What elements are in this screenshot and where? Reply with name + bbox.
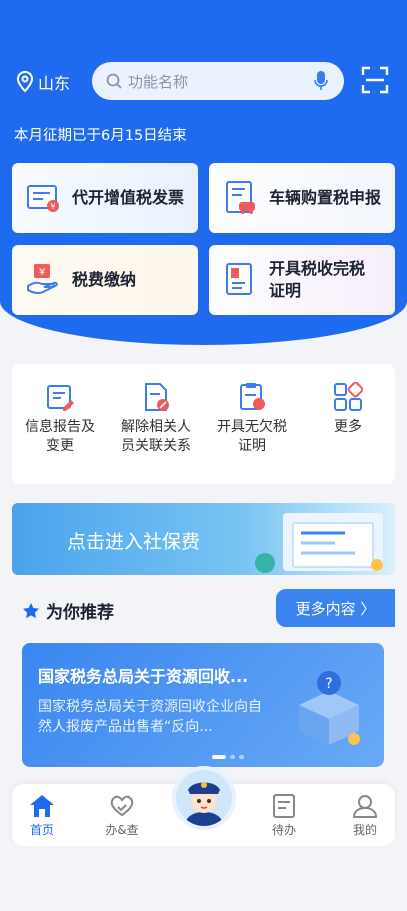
- tab-profile-label: 我的: [352, 823, 377, 837]
- more-content-button[interactable]: 更多内容 〉: [276, 589, 395, 627]
- star-icon: [23, 602, 39, 618]
- tax-payment-icon: ¥: [27, 264, 58, 295]
- profile-icon: [352, 795, 378, 818]
- tax-payment-card-label: 税费缴纳: [72, 270, 137, 289]
- tax-payment-card[interactable]: ¥ 税费缴纳: [12, 245, 198, 315]
- recommend-heading: 为你推荐: [22, 598, 114, 623]
- todo-icon: [273, 794, 295, 818]
- svg-text:¥: ¥: [50, 202, 55, 211]
- location-label: 山东: [38, 74, 71, 93]
- scan-icon[interactable]: [361, 66, 389, 94]
- tax-certificate-icon: [226, 263, 252, 295]
- no-arrears-icon: [240, 383, 265, 410]
- info-report-icon: [47, 385, 74, 411]
- home-icon: [30, 795, 54, 817]
- recommend-title: 为你推荐: [46, 603, 114, 623]
- search-icon: [106, 73, 122, 89]
- unlink-relation-icon: [145, 383, 169, 411]
- handle-check-icon: [110, 795, 134, 817]
- no-arrears-label: 开具无欠税证明: [217, 419, 287, 454]
- microphone-icon[interactable]: [314, 71, 328, 91]
- tax-period-notice: 本月征期已于6月15日结束: [14, 128, 187, 144]
- quick-action-info-report[interactable]: 信息报告及变更: [12, 382, 108, 456]
- banner-text: 点击进入社保费: [67, 531, 201, 553]
- tax-certificate-card-label: 开具税收完税证明: [269, 259, 366, 300]
- unlink-relation-label: 解除相关人员关联关系: [121, 419, 191, 454]
- vehicle-tax-icon: [226, 181, 255, 214]
- invoice-card-label: 代开增值税发票: [72, 188, 185, 207]
- news-card[interactable]: 国家税务总局关于资源回收... 国家税务总局关于资源回收企业向自然人报废产品出售…: [22, 643, 384, 767]
- info-report-label: 信息报告及变更: [25, 419, 95, 454]
- svg-text:¥: ¥: [39, 267, 45, 278]
- quick-action-more[interactable]: 更多: [300, 382, 396, 437]
- banner-illustration: [255, 513, 383, 573]
- news-illustration: ?: [299, 671, 360, 745]
- more-grid-icon: [334, 382, 363, 411]
- quick-actions-panel: 信息报告及变更 解除相关人员关联关系 开具无欠税证明 更多: [12, 364, 395, 484]
- tab-home[interactable]: 首页: [12, 794, 72, 838]
- quick-action-unlink[interactable]: 解除相关人员关联关系: [108, 382, 204, 456]
- assistant-avatar[interactable]: [172, 766, 236, 830]
- tab-profile[interactable]: 我的: [335, 794, 395, 838]
- invoice-card[interactable]: ¥ 代开增值税发票: [12, 163, 198, 233]
- news-description: 国家税务总局关于资源回收企业向自然人报废产品出售者“反向...: [38, 699, 262, 735]
- location-pin-icon: [16, 71, 34, 93]
- more-label: 更多: [334, 419, 362, 435]
- vehicle-tax-card[interactable]: 车辆购置税申报: [209, 163, 395, 233]
- tab-todo[interactable]: 待办: [254, 794, 314, 838]
- search-placeholder: 功能名称: [128, 72, 189, 91]
- location-selector[interactable]: 山东: [16, 70, 70, 94]
- svg-text:?: ?: [325, 676, 332, 692]
- vehicle-tax-card-label: 车辆购置税申报: [269, 188, 382, 207]
- top-bar: 山东 功能名称: [0, 62, 407, 102]
- tab-handle-check[interactable]: 办&查: [92, 794, 152, 838]
- search-input[interactable]: 功能名称: [92, 62, 344, 100]
- tab-handle-check-label: 办&查: [105, 823, 139, 837]
- tab-todo-label: 待办: [271, 823, 296, 837]
- tax-certificate-card[interactable]: 开具税收完税证明: [209, 245, 395, 315]
- tab-home-label: 首页: [29, 823, 54, 837]
- news-title: 国家税务总局关于资源回收...: [38, 667, 249, 686]
- quick-action-no-arrears[interactable]: 开具无欠税证明: [204, 382, 300, 456]
- social-security-banner[interactable]: 点击进入社保费: [12, 503, 395, 575]
- tax-officer-avatar-icon: [176, 770, 232, 826]
- carousel-indicator: [212, 755, 244, 759]
- invoice-icon: ¥: [27, 185, 59, 212]
